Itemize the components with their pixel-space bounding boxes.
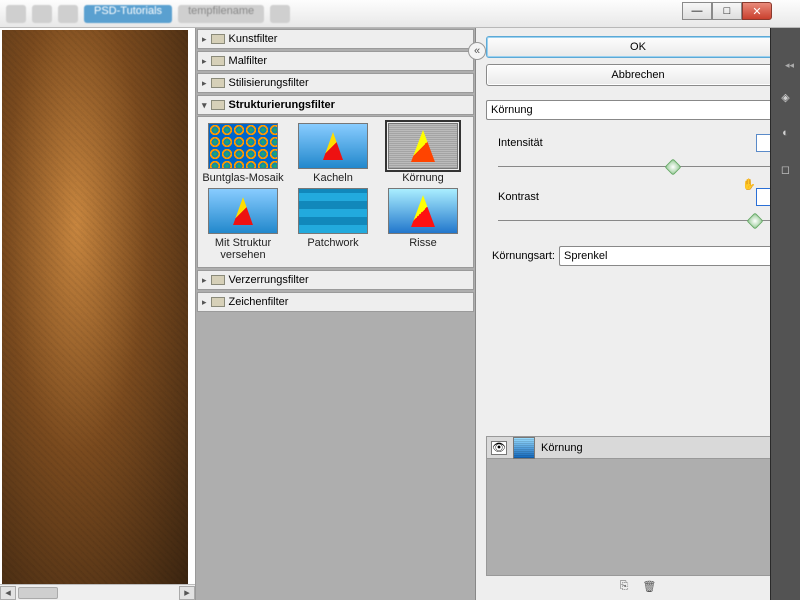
tab[interactable] [6,5,26,23]
title-bar: PSD-Tutorials tempfilename — □ ✕ [0,0,800,28]
dock-grip-icon[interactable]: ◂◂ [785,60,794,71]
select-value: Sprenkel [564,250,607,262]
chevron-right-icon: ▸ [202,78,207,89]
scroll-right-icon[interactable]: ▸ [179,586,195,600]
layer-thumb [513,437,535,459]
gallery-empty-area [196,313,475,600]
thumb-label: Körnung [382,172,464,184]
tab[interactable] [32,5,52,23]
collapse-button[interactable]: « [468,42,486,60]
folder-icon [211,56,225,66]
thumbnail-grid: Buntglas-Mosaik Kacheln Körnung Mit Stru… [197,116,474,268]
thumb-image [208,123,278,169]
tab-active[interactable]: PSD-Tutorials [84,5,172,23]
category-label: Zeichenfilter [229,296,289,308]
thumb-label: Risse [382,237,464,249]
thumb-label: Buntglas-Mosaik [202,172,284,184]
thumb-image [388,188,458,234]
layers-icon[interactable]: ◈ [777,88,795,106]
preview-pane: ◂ ▸ [0,28,196,600]
filter-gallery: ▸ Kunstfilter ▸ Malfilter ▸ Stilisierungsfi… [196,28,476,600]
preview-scrollbar[interactable]: ◂ ▸ [0,584,195,600]
category-label: Malfilter [229,55,268,67]
thumb-image [388,123,458,169]
right-dock: ◂◂ ◈ ◐ ◻ [770,28,800,600]
chevron-down-icon: ▾ [202,100,207,111]
button-label: OK [630,41,646,53]
ok-button[interactable]: OK [486,36,790,58]
folder-icon [211,78,225,88]
scroll-thumb[interactable] [18,587,58,599]
collapse-icon: « [474,45,480,57]
folder-icon [211,100,225,110]
category-label: Stilisierungsfilter [229,77,309,89]
maximize-button[interactable]: □ [712,2,742,20]
category-zeichenfilter[interactable]: ▸ Zeichenfilter [197,292,474,312]
contrast-label: Kontrast [498,191,539,203]
thumb-image [208,188,278,234]
visibility-toggle[interactable]: 👁 [491,441,507,455]
slider-thumb[interactable] [665,159,682,176]
folder-icon [211,34,225,44]
intensity-label: Intensität [498,137,543,149]
close-button[interactable]: ✕ [742,2,772,20]
chevron-right-icon: ▸ [202,297,207,308]
intensity-slider[interactable] [498,160,790,174]
tab[interactable] [270,5,290,23]
category-verzerrungsfilter[interactable]: ▸ Verzerrungsfilter [197,270,474,290]
trash-icon[interactable]: 🗑 [642,580,656,593]
slider-thumb[interactable] [746,213,763,230]
folder-icon [211,297,225,307]
filter-thumb-koernung[interactable]: Körnung [382,123,464,184]
category-label: Strukturierungsfilter [229,99,335,111]
button-label: Abbrechen [611,69,664,81]
chevron-right-icon: ▸ [202,275,207,286]
select-value: Körnung [491,104,533,116]
cancel-button[interactable]: Abbrechen [486,64,790,86]
scroll-left-icon[interactable]: ◂ [0,586,16,600]
effect-layers-panel: 👁 Körnung [486,436,790,576]
folder-icon [211,275,225,285]
chevron-right-icon: ▸ [202,56,207,67]
tab[interactable]: tempfilename [178,5,264,23]
category-kunstfilter[interactable]: ▸ Kunstfilter [197,29,474,49]
category-strukturierungsfilter[interactable]: ▾ Strukturierungsfilter [197,95,474,115]
contrast-slider[interactable] [498,214,790,228]
filter-select[interactable]: Körnung▼ [486,100,790,120]
filter-thumb-struktur[interactable]: Mit Struktur versehen [202,188,284,261]
category-label: Kunstfilter [229,33,278,45]
category-label: Verzerrungsfilter [229,274,309,286]
thumb-label: Kacheln [292,172,374,184]
cursor-icon: ✋ [742,178,756,191]
effect-layer-row[interactable]: 👁 Körnung [487,437,789,459]
thumb-label: Patchwork [292,237,374,249]
category-stilisierungsfilter[interactable]: ▸ Stilisierungsfilter [197,73,474,93]
thumb-image [298,188,368,234]
filter-thumb-kacheln[interactable]: Kacheln [292,123,374,184]
controls-pane: « OK Abbrechen Körnung▼ Intensität Kontr… [476,28,800,600]
tab[interactable] [58,5,78,23]
layer-name: Körnung [541,442,583,454]
new-effect-icon[interactable]: ⎘ [620,580,629,593]
filter-thumb-patchwork[interactable]: Patchwork [292,188,374,261]
thumb-label: Mit Struktur versehen [202,237,284,261]
chevron-right-icon: ▸ [202,34,207,45]
adjustments-icon[interactable]: ◐ [777,124,795,142]
filter-thumb-buntglas[interactable]: Buntglas-Mosaik [202,123,284,184]
eye-icon: 👁 [492,441,506,454]
category-malfilter[interactable]: ▸ Malfilter [197,51,474,71]
thumb-image [298,123,368,169]
crop-icon[interactable]: ◻ [777,160,795,178]
grain-type-label: Körnungsart: [492,250,555,262]
preview-image[interactable] [2,30,188,586]
minimize-button[interactable]: — [682,2,712,20]
grain-type-select[interactable]: Sprenkel▼ [559,246,790,266]
filter-thumb-risse[interactable]: Risse [382,188,464,261]
